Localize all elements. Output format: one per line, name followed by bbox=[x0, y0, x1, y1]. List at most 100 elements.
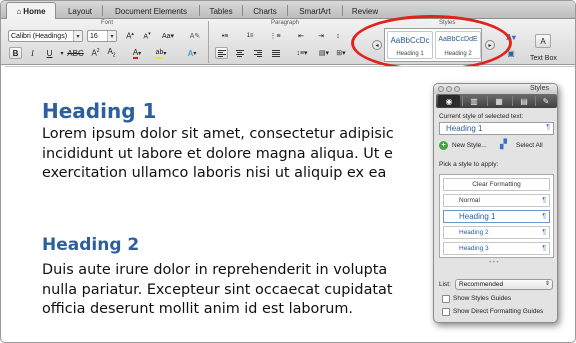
font-size-combo[interactable]: 16 ▾ bbox=[87, 30, 117, 42]
shrink-font-button[interactable]: A▾ bbox=[139, 30, 155, 42]
select-all-icon[interactable]: ▞ bbox=[500, 139, 507, 150]
borders-button[interactable]: ⊞▾ bbox=[334, 47, 348, 59]
align-right-button[interactable] bbox=[251, 47, 264, 59]
text-effects-button[interactable]: A ▾ bbox=[183, 47, 201, 59]
select-all-button[interactable]: Select All bbox=[516, 142, 543, 149]
compatibility-tab-button[interactable]: ▤ bbox=[513, 95, 535, 107]
style-item-label: Heading 1 bbox=[459, 212, 496, 221]
borders-icon: ⊞▾ bbox=[336, 50, 346, 57]
tab-smartart[interactable]: SmartArt bbox=[289, 3, 341, 19]
resize-grip[interactable]: • • • bbox=[489, 260, 499, 266]
change-case-button[interactable]: Aa▾ bbox=[159, 30, 177, 42]
ribbon-tab-bar: ⌂ Home Layout Document Elements Tables C… bbox=[1, 1, 575, 20]
group-title-font: Font bbox=[101, 20, 114, 26]
citations-tab-button[interactable]: ▥ bbox=[463, 95, 485, 107]
tab-charts[interactable]: Charts bbox=[244, 3, 286, 19]
style-item-normal[interactable]: Normal ¶ bbox=[443, 194, 550, 207]
style-swatch-label: Heading 1 bbox=[396, 51, 424, 57]
align-left-button[interactable] bbox=[215, 47, 228, 59]
library-icon: ▦ bbox=[495, 96, 503, 106]
word-window: ⌂ Home Layout Document Elements Tables C… bbox=[0, 0, 576, 343]
multilevel-list-button[interactable]: ⋮≡ bbox=[266, 30, 284, 42]
heading-1[interactable]: Heading 1 bbox=[42, 99, 156, 123]
font-color-button[interactable]: A ▾ bbox=[128, 47, 146, 59]
close-icon[interactable] bbox=[438, 86, 444, 92]
align-center-button[interactable] bbox=[233, 47, 246, 59]
settings-tab-button[interactable]: ✎ bbox=[535, 95, 557, 107]
style-item-heading-2[interactable]: Heading 2 ¶ bbox=[443, 226, 550, 239]
group-divider bbox=[208, 21, 209, 63]
grow-font-button[interactable]: A▴ bbox=[122, 30, 138, 42]
styles-pane-icon: ▣ bbox=[507, 48, 515, 58]
justify-icon bbox=[271, 49, 280, 57]
gallery-prev-button[interactable]: ◂ bbox=[372, 40, 382, 50]
grow-font-icon: A▴ bbox=[126, 31, 134, 41]
current-style-label: Current style of selected text: bbox=[439, 113, 524, 120]
paragraph-1[interactable]: Lorem ipsum dolor sit amet, consectetur … bbox=[42, 125, 394, 184]
style-sample: AaBbCcDc bbox=[390, 36, 430, 45]
reference-tab-button[interactable]: ▦ bbox=[488, 95, 510, 107]
styles-pane-button[interactable]: ▣ bbox=[503, 47, 519, 59]
change-styles-button[interactable]: A▾ bbox=[503, 31, 519, 43]
bold-button[interactable]: B bbox=[9, 47, 22, 59]
increase-indent-button[interactable]: ⇥ bbox=[313, 30, 329, 42]
wrench-icon: ✎ bbox=[542, 96, 550, 106]
show-styles-guides-checkbox[interactable] bbox=[442, 295, 450, 303]
tab-home[interactable]: ⌂ Home bbox=[6, 2, 56, 20]
bold-icon: B bbox=[12, 48, 19, 58]
clear-formatting-button[interactable]: A✎ bbox=[187, 30, 203, 42]
superscript-button[interactable]: A2 bbox=[89, 47, 102, 59]
gallery-next-button[interactable]: ▸ bbox=[485, 40, 495, 50]
numbering-button[interactable]: 1≡ bbox=[241, 30, 259, 42]
palette-title: Styles bbox=[529, 85, 549, 92]
font-name-value: Calibri (Headings) bbox=[11, 32, 68, 40]
heading-2[interactable]: Heading 2 bbox=[42, 235, 139, 255]
font-name-combo[interactable]: Calibri (Headings) ▾ bbox=[8, 30, 83, 42]
style-item-heading-1[interactable]: Heading 1 ¶ bbox=[443, 210, 550, 223]
zoom-icon[interactable] bbox=[454, 86, 460, 92]
bullets-button[interactable]: •≡ bbox=[216, 30, 234, 42]
justify-button[interactable] bbox=[269, 47, 282, 59]
underline-icon: U bbox=[46, 48, 53, 58]
new-style-icon[interactable]: + bbox=[439, 141, 448, 150]
tab-tables[interactable]: Tables bbox=[201, 3, 241, 19]
style-item-label: Heading 2 bbox=[459, 229, 489, 236]
tab-document-elements[interactable]: Document Elements bbox=[104, 3, 198, 19]
minimize-icon[interactable] bbox=[446, 86, 452, 92]
style-item-clear-formatting[interactable]: Clear Formatting bbox=[443, 178, 550, 191]
text-box-button[interactable]: A bbox=[535, 34, 551, 48]
pilcrow-icon: ¶ bbox=[542, 197, 546, 204]
style-swatch-label: Heading 2 bbox=[444, 51, 472, 57]
new-style-button[interactable]: New Style... bbox=[452, 142, 487, 149]
list-filter-select[interactable]: Recommended ⇕ bbox=[455, 279, 553, 290]
underline-menu[interactable]: ▾ bbox=[58, 47, 66, 59]
numbered-list-icon: 1≡ bbox=[246, 33, 254, 39]
sort-button[interactable]: ↕ bbox=[332, 30, 344, 42]
current-style-value: Heading 1 bbox=[446, 124, 483, 133]
paragraph-2[interactable]: Duis aute irure dolor in reprehenderit i… bbox=[42, 261, 393, 320]
text-line: nulla pariatur. Excepteur sint occaecat … bbox=[42, 281, 393, 298]
highlight-button[interactable]: ab ▾ bbox=[151, 47, 171, 59]
subscript-button[interactable]: A2 bbox=[105, 47, 118, 59]
multilevel-list-icon: ⋮≡ bbox=[269, 33, 281, 40]
underline-button[interactable]: U bbox=[43, 47, 56, 59]
tab-review[interactable]: Review bbox=[344, 3, 386, 19]
style-swatch-heading-2[interactable]: AaBbCcDdE Heading 2 bbox=[435, 31, 481, 59]
style-swatch-heading-1[interactable]: AaBbCcDc Heading 1 bbox=[387, 31, 433, 59]
sort-icon: ↕ bbox=[336, 32, 340, 40]
show-direct-formatting-checkbox[interactable] bbox=[442, 308, 450, 316]
pilcrow-icon: ¶ bbox=[546, 124, 550, 131]
list-label: List: bbox=[439, 281, 451, 288]
decrease-indent-button[interactable]: ⇤ bbox=[293, 30, 309, 42]
italic-icon: I bbox=[31, 48, 34, 58]
palette-title-bar[interactable]: Styles bbox=[434, 84, 557, 94]
group-title-styles: Styles bbox=[439, 20, 456, 26]
style-item-heading-3[interactable]: Heading 3 ¶ bbox=[443, 242, 550, 255]
italic-button[interactable]: I bbox=[26, 47, 39, 59]
tab-layout[interactable]: Layout bbox=[59, 3, 101, 19]
toolbox-tab-button[interactable]: ◉ bbox=[438, 95, 460, 107]
strikethrough-button[interactable]: ABC bbox=[67, 47, 83, 59]
shading-button[interactable]: ▤▾ bbox=[317, 47, 331, 59]
line-spacing-button[interactable]: ↕≡▾ bbox=[293, 47, 311, 59]
style-item-label: Heading 3 bbox=[459, 245, 489, 252]
